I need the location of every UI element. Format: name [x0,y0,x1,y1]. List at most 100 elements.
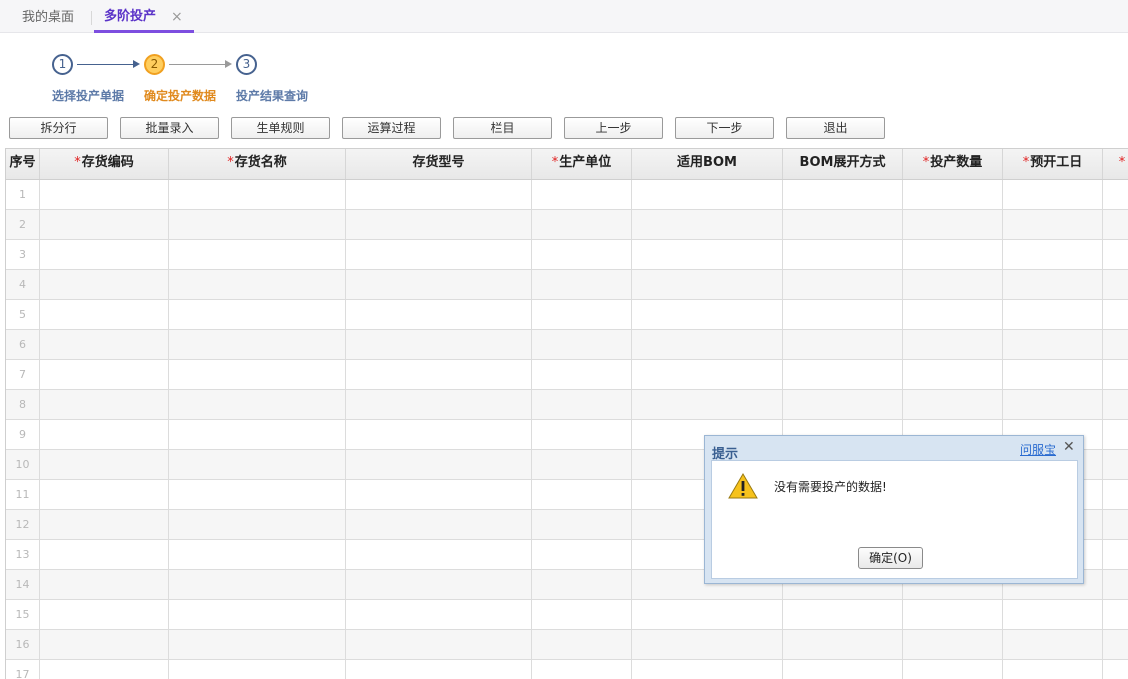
table-cell[interactable] [783,390,903,420]
table-cell[interactable] [783,660,903,679]
table-cell[interactable] [346,240,532,270]
table-cell[interactable] [1003,240,1103,270]
table-row[interactable]: 8 [6,390,1128,420]
table-cell[interactable] [169,210,346,240]
batch-entry-button[interactable]: 批量录入 [120,117,219,139]
table-cell[interactable] [532,270,632,300]
table-cell[interactable] [632,600,783,630]
table-cell[interactable] [532,390,632,420]
tab-close-icon[interactable]: × [171,0,183,34]
table-cell[interactable] [1103,510,1128,540]
table-cell[interactable] [169,390,346,420]
table-cell[interactable] [532,480,632,510]
table-cell[interactable] [40,660,169,679]
table-cell[interactable] [169,330,346,360]
columns-button[interactable]: 栏目 [453,117,552,139]
table-cell[interactable] [632,300,783,330]
table-cell[interactable] [40,630,169,660]
table-cell[interactable] [532,210,632,240]
table-cell[interactable] [903,270,1003,300]
table-cell[interactable] [632,330,783,360]
table-cell[interactable] [40,450,169,480]
header-col-production-unit[interactable]: *生产单位 [532,149,632,179]
table-cell[interactable] [1103,660,1128,679]
table-cell[interactable] [1103,360,1128,390]
table-cell[interactable] [632,180,783,210]
table-cell[interactable] [632,360,783,390]
ok-button[interactable]: 确定(O) [858,547,923,569]
table-cell[interactable] [40,300,169,330]
table-cell[interactable] [346,420,532,450]
table-cell[interactable] [1003,210,1103,240]
table-cell[interactable] [532,600,632,630]
table-cell[interactable] [1003,270,1103,300]
table-cell[interactable] [783,600,903,630]
table-cell[interactable] [1003,300,1103,330]
table-cell[interactable] [1103,330,1128,360]
table-cell[interactable] [532,660,632,679]
table-cell[interactable] [1103,240,1128,270]
table-row[interactable]: 17 [6,660,1128,679]
header-col-extra[interactable]: * [1103,149,1128,179]
table-cell[interactable] [346,630,532,660]
table-row[interactable]: 3 [6,240,1128,270]
table-cell[interactable] [169,630,346,660]
table-cell[interactable] [532,180,632,210]
table-cell[interactable] [1103,480,1128,510]
table-cell[interactable] [169,540,346,570]
calc-process-button[interactable]: 运算过程 [342,117,441,139]
table-cell[interactable] [346,330,532,360]
table-row[interactable]: 5 [6,300,1128,330]
table-cell[interactable] [169,600,346,630]
dialog-close-icon[interactable]: ✕ [1063,439,1075,455]
table-cell[interactable] [40,420,169,450]
table-cell[interactable] [1103,600,1128,630]
table-cell[interactable] [1103,420,1128,450]
table-cell[interactable] [346,570,532,600]
table-cell[interactable] [903,210,1003,240]
table-cell[interactable] [532,360,632,390]
table-cell[interactable] [903,630,1003,660]
table-cell[interactable] [532,630,632,660]
table-cell[interactable] [1003,630,1103,660]
table-cell[interactable] [903,390,1003,420]
table-cell[interactable] [903,600,1003,630]
table-cell[interactable] [903,330,1003,360]
table-cell[interactable] [346,450,532,480]
table-row[interactable]: 7 [6,360,1128,390]
table-cell[interactable] [346,390,532,420]
table-cell[interactable] [346,540,532,570]
table-cell[interactable] [346,270,532,300]
table-cell[interactable] [532,300,632,330]
table-cell[interactable] [783,180,903,210]
table-cell[interactable] [40,210,169,240]
table-row[interactable]: 15 [6,600,1128,630]
table-cell[interactable] [783,240,903,270]
table-cell[interactable] [169,240,346,270]
table-cell[interactable] [783,270,903,300]
table-cell[interactable] [1003,660,1103,679]
table-cell[interactable] [1103,180,1128,210]
table-cell[interactable] [632,270,783,300]
table-cell[interactable] [903,360,1003,390]
table-cell[interactable] [783,630,903,660]
table-cell[interactable] [532,420,632,450]
help-link[interactable]: 问服宝 [1020,441,1056,458]
header-col-item-code[interactable]: *存货编码 [40,149,169,179]
table-cell[interactable] [1003,330,1103,360]
table-cell[interactable] [40,480,169,510]
table-cell[interactable] [632,660,783,679]
table-cell[interactable] [346,210,532,240]
table-row[interactable]: 6 [6,330,1128,360]
table-cell[interactable] [1003,390,1103,420]
table-cell[interactable] [40,600,169,630]
table-cell[interactable] [169,420,346,450]
table-cell[interactable] [169,480,346,510]
split-row-button[interactable]: 拆分行 [9,117,108,139]
table-row[interactable]: 1 [6,180,1128,210]
order-rule-button[interactable]: 生单规则 [231,117,330,139]
table-cell[interactable] [783,300,903,330]
table-cell[interactable] [40,540,169,570]
table-row[interactable]: 4 [6,270,1128,300]
table-cell[interactable] [532,570,632,600]
